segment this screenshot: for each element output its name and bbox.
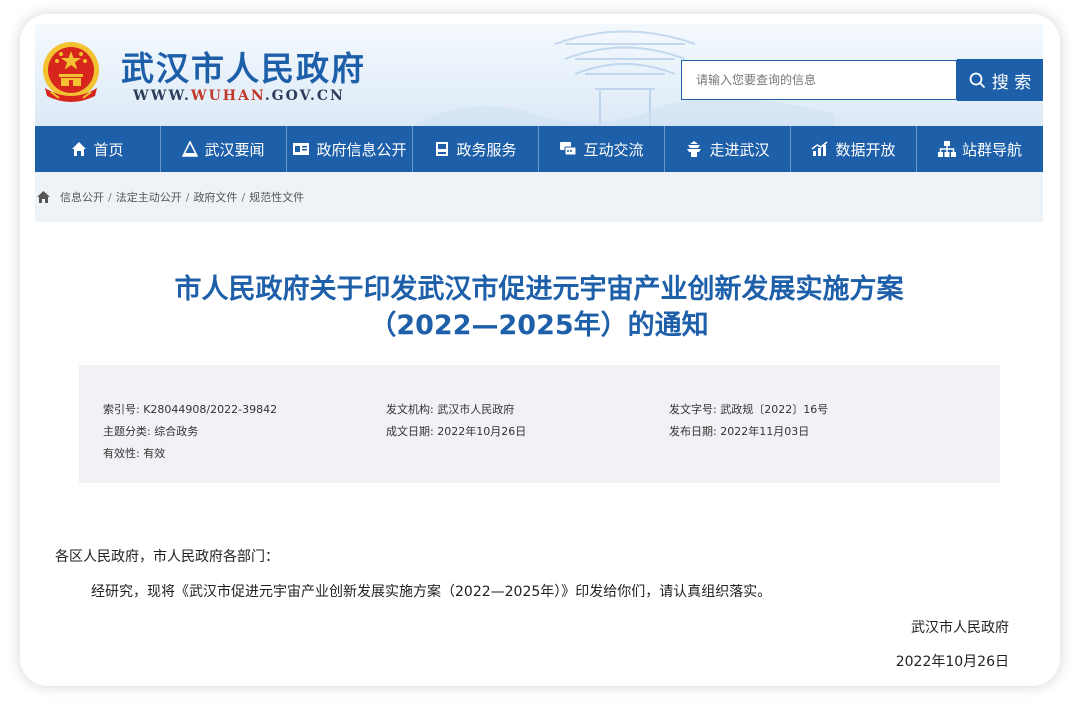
meta-validity: 有效性: 有效: [103, 447, 166, 460]
nav-item-site-nav[interactable]: 站群导航: [917, 126, 1043, 172]
nav-item-interaction[interactable]: 互动交流: [539, 126, 665, 172]
nav-item-label: 互动交流: [583, 140, 644, 159]
meta-issuer: 发文机构: 武汉市人民政府: [386, 403, 515, 416]
url-suffix: .GOV.CN: [264, 88, 345, 104]
page-title: 市人民政府关于印发武汉市促进元宇宙产业创新发展实施方案 （2022—2025年）…: [35, 272, 1043, 344]
search-button[interactable]: 搜 索: [957, 59, 1043, 101]
breadcrumb: 信息公开 / 法定主动公开 / 政府文件 / 规范性文件: [35, 172, 1043, 222]
nav-item-label: 政府信息公开: [316, 140, 407, 159]
breadcrumb-item[interactable]: 规范性文件: [249, 189, 304, 205]
nav-item-label: 走进武汉: [709, 140, 770, 159]
breadcrumb-separator: /: [185, 190, 190, 204]
search-icon: [969, 72, 985, 88]
breadcrumb-separator: /: [108, 190, 112, 204]
nav-item-open-data[interactable]: 数据开放: [791, 126, 917, 172]
main-nav: 首页 武汉要闻 政府信息公开 政务服务 互动交流 走进武汉 数据开放 站群导航: [35, 126, 1043, 172]
site-name[interactable]: 武汉市人民政府: [121, 42, 366, 90]
signature: 武汉市人民政府: [911, 620, 1009, 636]
breadcrumb-item[interactable]: 法定主动公开: [116, 189, 182, 205]
nav-item-home[interactable]: 首页: [35, 126, 161, 172]
site-header: 武汉市人民政府 WWW.WUHAN.GOV.CN 搜 索: [35, 24, 1043, 126]
page: 武汉市人民政府 WWW.WUHAN.GOV.CN 搜 索 首页 武汉要闻 政府信…: [35, 24, 1043, 686]
nav-item-label: 政务服务: [456, 140, 517, 159]
chat-icon: [560, 142, 577, 156]
url-prefix: WWW.: [133, 88, 191, 104]
save-icon: [436, 142, 449, 156]
meta-publish-date: 发布日期: 2022年11月03日: [669, 425, 810, 438]
nav-item-label: 首页: [93, 140, 124, 159]
search-input[interactable]: [681, 60, 957, 100]
meta-written-date: 成文日期: 2022年10月26日: [386, 425, 527, 438]
signature-date: 2022年10月26日: [895, 654, 1009, 670]
document-meta-box: 索引号: K28044908/2022-39842 主题分类: 综合政务 有效性…: [79, 365, 1000, 483]
meta-doc-no: 发文字号: 武政规〔2022〕16号: [669, 403, 829, 416]
nav-item-label: 武汉要闻: [204, 140, 265, 159]
body-paragraph: 经研究，现将《武汉市促进元宇宙产业创新发展实施方案（2022—2025年）》印发…: [91, 584, 772, 600]
url-highlight: WUHAN: [190, 88, 265, 104]
search-button-label: 搜 索: [991, 72, 1032, 93]
tower-icon: [687, 141, 702, 157]
nav-item-explore-wuhan[interactable]: 走进武汉: [665, 126, 791, 172]
news-icon: [182, 141, 199, 157]
meta-index-no: 索引号: K28044908/2022-39842: [103, 403, 278, 416]
nav-item-label: 数据开放: [835, 140, 896, 159]
screenshot-frame: 武汉市人民政府 WWW.WUHAN.GOV.CN 搜 索 首页 武汉要闻 政府信…: [20, 14, 1060, 686]
breadcrumb-item[interactable]: 政府文件: [193, 189, 237, 205]
nav-item-wuhan-news[interactable]: 武汉要闻: [161, 126, 287, 172]
meta-category: 主题分类: 综合政务: [103, 425, 199, 438]
nav-item-gov-info[interactable]: 政府信息公开: [287, 126, 413, 172]
sitemap-icon: [937, 141, 956, 157]
national-emblem-icon: [43, 42, 99, 102]
breadcrumb-home-icon[interactable]: [37, 191, 50, 203]
nav-item-gov-service[interactable]: 政务服务: [413, 126, 539, 172]
breadcrumb-separator: /: [241, 190, 246, 204]
nav-item-label: 站群导航: [961, 140, 1022, 159]
page-title-line-1: 市人民政府关于印发武汉市促进元宇宙产业创新发展实施方案: [174, 274, 904, 305]
chart-icon: [812, 141, 828, 156]
info-card-icon: [293, 143, 310, 155]
salutation: 各区人民政府，市人民政府各部门：: [55, 549, 279, 565]
home-icon: [72, 142, 87, 156]
page-title-line-2: （2022—2025年）的通知: [369, 310, 709, 341]
site-url: WWW.WUHAN.GOV.CN: [133, 88, 345, 104]
breadcrumb-item[interactable]: 信息公开: [60, 189, 104, 205]
